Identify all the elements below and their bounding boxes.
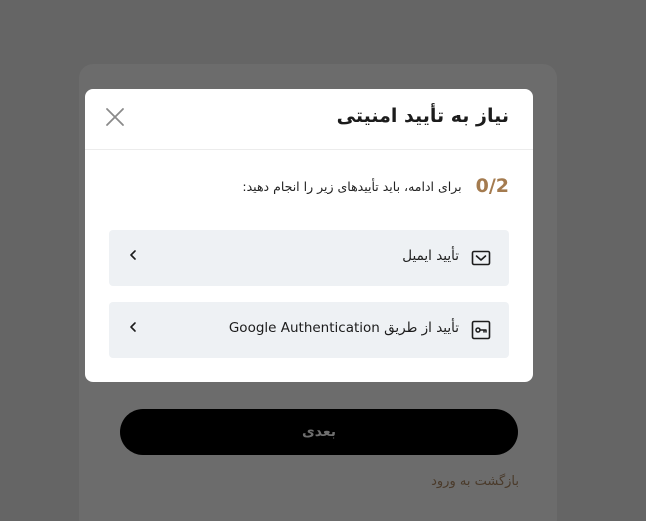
chevron-left-icon [127,319,139,335]
google-authenticator-label: تأیید از طریق Google Authentication [228,320,459,336]
google-authenticator-option[interactable]: تأیید از طریق Google Authentication [109,302,509,358]
progress-count: 0/2 [475,175,509,197]
close-icon[interactable] [105,107,125,127]
modal-title: نیاز به تأیید امنیتی [336,105,509,127]
modal-header: نیاز به تأیید امنیتی [85,89,533,150]
security-verification-modal: نیاز به تأیید امنیتی 0/2 برای ادامه، بای… [85,89,533,382]
progress-instruction: برای ادامه، باید تأییدهای زیر را انجام د… [242,178,462,194]
email-verification-option[interactable]: تأیید ایمیل [109,230,509,286]
back-to-login-link[interactable]: بازگشت به ورود [431,474,519,489]
envelope-icon [471,248,491,268]
chevron-left-icon [127,247,139,263]
email-verification-label: تأیید ایمیل [402,248,459,264]
verification-progress: 0/2 برای ادامه، باید تأییدهای زیر را انج… [242,175,509,197]
next-button[interactable]: بعدی [120,409,518,455]
key-icon [471,320,491,340]
